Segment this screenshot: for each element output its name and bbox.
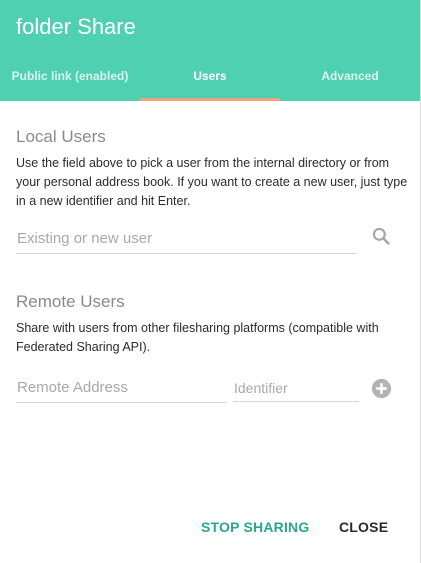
local-users-description: Use the field above to pick a user from … bbox=[16, 156, 408, 208]
add-circle-icon[interactable] bbox=[371, 378, 392, 399]
tab-bar: Public link (enabled) Users Advanced bbox=[0, 56, 420, 101]
dialog-title: folder Share bbox=[16, 14, 136, 39]
tab-public-link[interactable]: Public link (enabled) bbox=[0, 56, 140, 101]
tab-users[interactable]: Users bbox=[140, 56, 280, 101]
tab-advanced[interactable]: Advanced bbox=[280, 56, 420, 101]
remote-address-input[interactable] bbox=[16, 377, 226, 403]
stop-sharing-button[interactable]: STOP SHARING bbox=[201, 519, 309, 535]
user-search-input[interactable] bbox=[16, 228, 357, 254]
dialog-header: folder Share Public link (enabled) Users… bbox=[0, 0, 420, 101]
search-icon[interactable] bbox=[371, 226, 391, 246]
remote-identifier-input[interactable] bbox=[233, 379, 359, 402]
local-users-heading: Local Users bbox=[16, 127, 106, 146]
remote-users-heading: Remote Users bbox=[16, 292, 125, 311]
remote-users-description: Share with users from other filesharing … bbox=[16, 321, 379, 354]
active-tab-indicator bbox=[140, 98, 280, 101]
close-button[interactable]: CLOSE bbox=[339, 519, 388, 535]
share-dialog: folder Share Public link (enabled) Users… bbox=[0, 0, 421, 563]
